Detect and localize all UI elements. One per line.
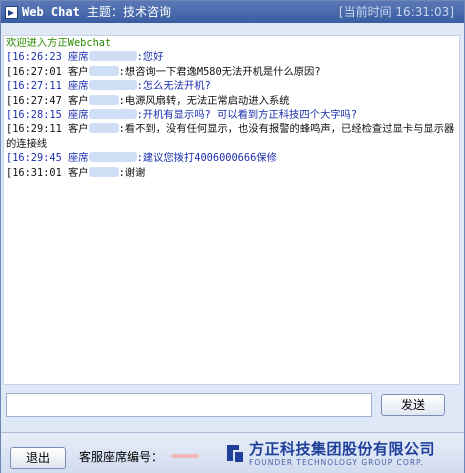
message-text: :您好 bbox=[136, 51, 164, 64]
message-time: [16:27:47 bbox=[6, 94, 62, 107]
chat-message-customer: [16:29:11 客户:看不到，没有任何显示，也没有报警的蜂鸣声，已经检查过显… bbox=[4, 122, 459, 151]
chat-message-customer: [16:31:01 客户 :谢谢 bbox=[4, 166, 459, 180]
message-text: :电源风扇转，无法正常启动进入系统 bbox=[118, 94, 290, 107]
masked-id bbox=[88, 80, 137, 91]
sender-label: 座席 bbox=[68, 152, 89, 165]
sender-label: 客户 bbox=[68, 94, 89, 107]
message-time: [16:26:23 bbox=[6, 51, 62, 64]
masked-id bbox=[88, 94, 119, 105]
masked-id bbox=[88, 123, 119, 134]
message-time: [16:31:01 bbox=[6, 166, 62, 179]
chat-message-agent: [16:29:45 座席 :建议您拨打4006000666保修 bbox=[4, 151, 459, 165]
company-name-cn: 方正科技集团股份有限公司 bbox=[249, 440, 436, 458]
masked-id bbox=[88, 109, 137, 120]
footer-bar: 退出 客服座席编号： 方正科技集团股份有限公司 FOUNDER TECHNOLO… bbox=[1, 432, 464, 473]
seat-number-value bbox=[171, 454, 199, 458]
chat-message-customer: [16:27:47 客户 :电源风扇转，无法正常启动进入系统 bbox=[4, 94, 459, 108]
message-input[interactable] bbox=[6, 393, 372, 417]
chat-message-agent: [16:26:23 座席 :您好 bbox=[4, 50, 459, 64]
message-text: :建议您拨打4006000666保修 bbox=[136, 152, 277, 165]
masked-id bbox=[88, 152, 137, 163]
sender-label: 座席 bbox=[68, 51, 89, 64]
message-text: :怎么无法开机? bbox=[136, 80, 211, 93]
company-name-en: FOUNDER TECHNOLOGY GROUP CORP. bbox=[249, 458, 424, 467]
send-button[interactable]: 发送 bbox=[381, 394, 445, 416]
message-time: [16:27:01 bbox=[6, 65, 62, 78]
message-time: [16:28:15 bbox=[6, 109, 62, 122]
chat-window-icon bbox=[5, 6, 18, 19]
seat-number-label: 客服座席编号： bbox=[79, 450, 164, 464]
chat-message-agent: [16:27:11 座席 :怎么无法开机? bbox=[4, 79, 459, 93]
exit-button[interactable]: 退出 bbox=[10, 447, 66, 469]
chat-log[interactable]: 欢迎进入方正Webchat [16:26:23 座席 :您好 [16:27:01 … bbox=[3, 35, 460, 385]
sender-label: 客户 bbox=[68, 166, 89, 179]
sender-label: 座席 bbox=[68, 80, 89, 93]
sender-label: 座席 bbox=[68, 109, 89, 122]
masked-id bbox=[88, 65, 119, 76]
message-time: [16:27:11 bbox=[6, 80, 62, 93]
welcome-message: 欢迎进入方正Webchat bbox=[6, 37, 112, 49]
message-time: [16:29:45 bbox=[6, 152, 62, 165]
masked-id bbox=[88, 51, 137, 62]
current-time: [当前时间 16:31:03] bbox=[338, 5, 454, 19]
title-bar: Web Chat 主题：技术咨询 [当前时间 16:31:03] bbox=[1, 1, 464, 23]
message-time: [16:29:11 bbox=[6, 123, 62, 136]
message-text: :想咨询一下君逸M580无法开机是什么原因? bbox=[118, 65, 321, 78]
message-text: :谢谢 bbox=[118, 166, 146, 179]
app-title: Web Chat bbox=[22, 5, 80, 19]
chat-topic: 主题：技术咨询 bbox=[87, 5, 172, 19]
sender-label: 客户 bbox=[68, 123, 89, 136]
chat-message-agent: [16:28:15 座席 :开机有显示吗? 可以看到方正科技四个大字吗? bbox=[4, 108, 459, 122]
sender-label: 客户 bbox=[68, 65, 89, 78]
webchat-window: Web Chat 主题：技术咨询 [当前时间 16:31:03] 欢迎进入方正W… bbox=[0, 0, 465, 473]
message-text: :开机有显示吗? 可以看到方正科技四个大字吗? bbox=[136, 109, 358, 122]
chat-message-customer: [16:27:01 客户 :想咨询一下君逸M580无法开机是什么原因? bbox=[4, 65, 459, 79]
masked-id bbox=[88, 166, 119, 177]
founder-logo-icon bbox=[227, 445, 243, 462]
